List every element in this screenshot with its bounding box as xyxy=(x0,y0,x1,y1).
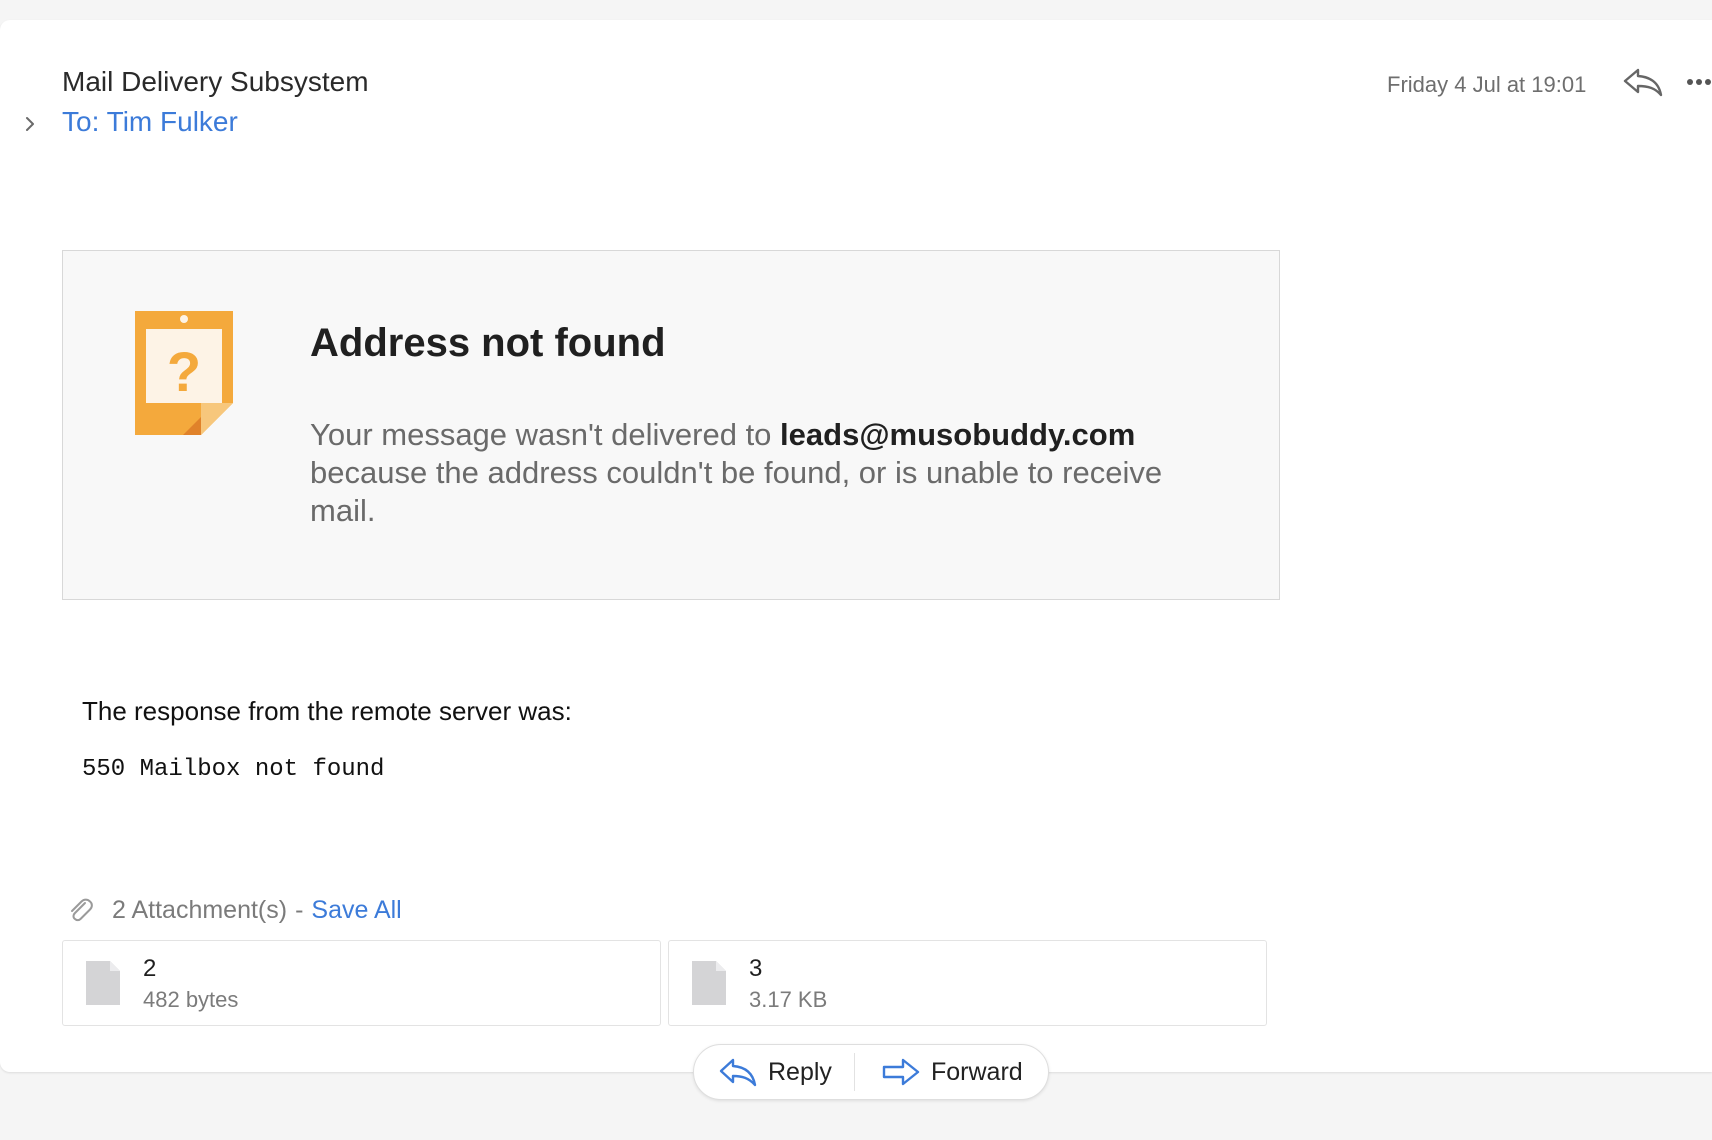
question-note-icon: ? xyxy=(135,311,233,435)
attachments-count: 2 Attachment(s) xyxy=(112,895,288,924)
message-datetime: Friday 4 Jul at 19:01 xyxy=(1387,72,1587,97)
forward-button[interactable]: Forward xyxy=(855,1045,1023,1099)
attachments-separator: - xyxy=(295,895,304,924)
reply-button[interactable]: Reply xyxy=(694,1045,854,1099)
reply-label: Reply xyxy=(768,1057,832,1086)
file-icon xyxy=(86,961,120,1005)
notice-text-suffix: because the address couldn't be found, o… xyxy=(310,455,1163,528)
notice-text-prefix: Your message wasn't delivered to xyxy=(310,417,781,452)
paperclip-icon xyxy=(71,898,93,922)
sender-name: Mail Delivery Subsystem xyxy=(62,66,369,97)
attachment-name: 3 xyxy=(749,955,763,982)
forward-label: Forward xyxy=(931,1057,1023,1086)
attachment-name: 2 xyxy=(143,955,157,982)
notice-title: Address not found xyxy=(310,321,666,365)
chevron-right-icon[interactable] xyxy=(22,112,38,136)
more-options-icon[interactable] xyxy=(1686,74,1712,90)
reply-forward-bar: Reply Forward xyxy=(693,1044,1049,1100)
reply-icon[interactable] xyxy=(1622,66,1664,98)
file-icon xyxy=(692,961,726,1005)
save-all-link[interactable]: Save All xyxy=(311,896,401,925)
attachment-tile[interactable]: 2 482 bytes xyxy=(62,940,661,1026)
server-response-intro: The response from the remote server was: xyxy=(82,696,572,726)
attachment-size: 482 bytes xyxy=(143,987,239,1012)
recipient-line[interactable]: To: Tim Fulker xyxy=(62,106,238,138)
failed-address: leads@musobuddy.com xyxy=(780,417,1136,452)
server-response-code: 550 Mailbox not found xyxy=(82,756,385,783)
attachment-tile[interactable]: 3 3.17 KB xyxy=(668,940,1267,1026)
message-card: Mail Delivery Subsystem To: Tim Fulker F… xyxy=(0,20,1712,1072)
delivery-notice: ? Address not found Your message wasn't … xyxy=(62,250,1280,600)
attachments-header: 2 Attachment(s) - Save All xyxy=(66,894,402,926)
attachment-size: 3.17 KB xyxy=(749,987,828,1012)
notice-message: Your message wasn't delivered to leads@m… xyxy=(310,416,1210,530)
forward-arrow-icon xyxy=(882,1058,920,1086)
svg-text:?: ? xyxy=(167,340,201,403)
reply-arrow-icon xyxy=(719,1058,757,1087)
